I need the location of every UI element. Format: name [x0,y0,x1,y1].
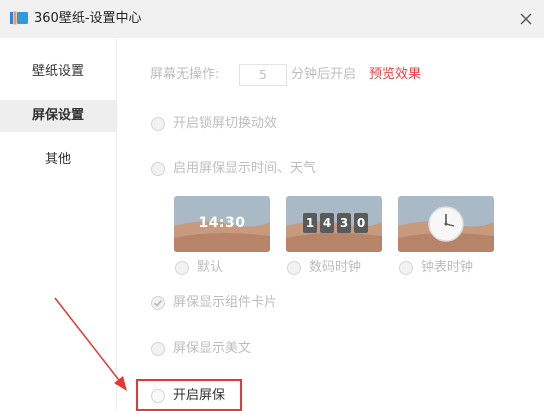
window-title: 360壁纸-设置中心 [34,11,142,26]
360-wallpaper-logo-icon [10,11,28,25]
digit-minute-tens: 3 [337,213,351,233]
clock-style-default-radio[interactable] [175,261,189,275]
digit-hour-tens: 1 [303,213,317,233]
sidebar: 壁纸设置 屏保设置 其他 [0,38,117,411]
clock-style-analog-thumbnail[interactable] [398,196,494,252]
digital-clock-digits: 1 4 3 0 [303,213,368,233]
show-quotes-radio[interactable] [151,342,165,356]
analog-clock-icon [428,206,464,242]
clock-style-analog-label: 钟表时钟 [421,260,474,275]
digit-hour-ones: 4 [320,213,334,233]
screensaver-settings-panel: 屏幕无操作: 5 分钟后开启 预览效果 开启锁屏切换动效 启用屏保显示时间、天气… [117,38,544,411]
idle-prefix-label: 屏幕无操作: [150,67,220,82]
show-quotes-label: 屏保显示美文 [173,341,252,356]
enable-screensaver-radio[interactable] [151,389,165,403]
lock-animation-radio[interactable] [151,117,165,131]
idle-suffix-label: 分钟后开启 [291,67,357,82]
clock-style-default-thumbnail[interactable]: 14:30 [174,196,270,252]
sidebar-item-wallpaper-settings[interactable]: 壁纸设置 [0,56,116,88]
sidebar-item-other[interactable]: 其他 [0,144,116,176]
clock-style-default-label: 默认 [197,260,224,275]
show-widgets-checkbox[interactable] [151,296,165,310]
clock-style-digital-label: 数码时钟 [309,260,362,275]
clock-style-analog-radio[interactable] [399,261,413,275]
show-time-weather-radio[interactable] [151,162,165,176]
show-time-weather-label: 启用屏保显示时间、天气 [173,161,317,176]
title-bar: 360壁纸-设置中心 [0,0,544,38]
sidebar-item-screensaver-settings[interactable]: 屏保设置 [0,100,116,132]
annotation-highlight-box: 开启屏保 [136,379,242,411]
idle-minutes-input[interactable]: 5 [239,64,287,86]
lock-animation-label: 开启锁屏切换动效 [173,116,278,131]
default-clock-sample: 14:30 [198,215,246,231]
clock-style-digital-radio[interactable] [287,261,301,275]
show-widgets-label: 屏保显示组件卡片 [173,295,278,310]
clock-style-digital-thumbnail[interactable]: 1 4 3 0 [286,196,382,252]
close-icon[interactable] [516,9,536,29]
digit-minute-ones: 0 [354,213,368,233]
preview-effect-link[interactable]: 预览效果 [369,66,421,84]
checkmark-icon [153,299,163,307]
enable-screensaver-label: 开启屏保 [173,388,226,403]
